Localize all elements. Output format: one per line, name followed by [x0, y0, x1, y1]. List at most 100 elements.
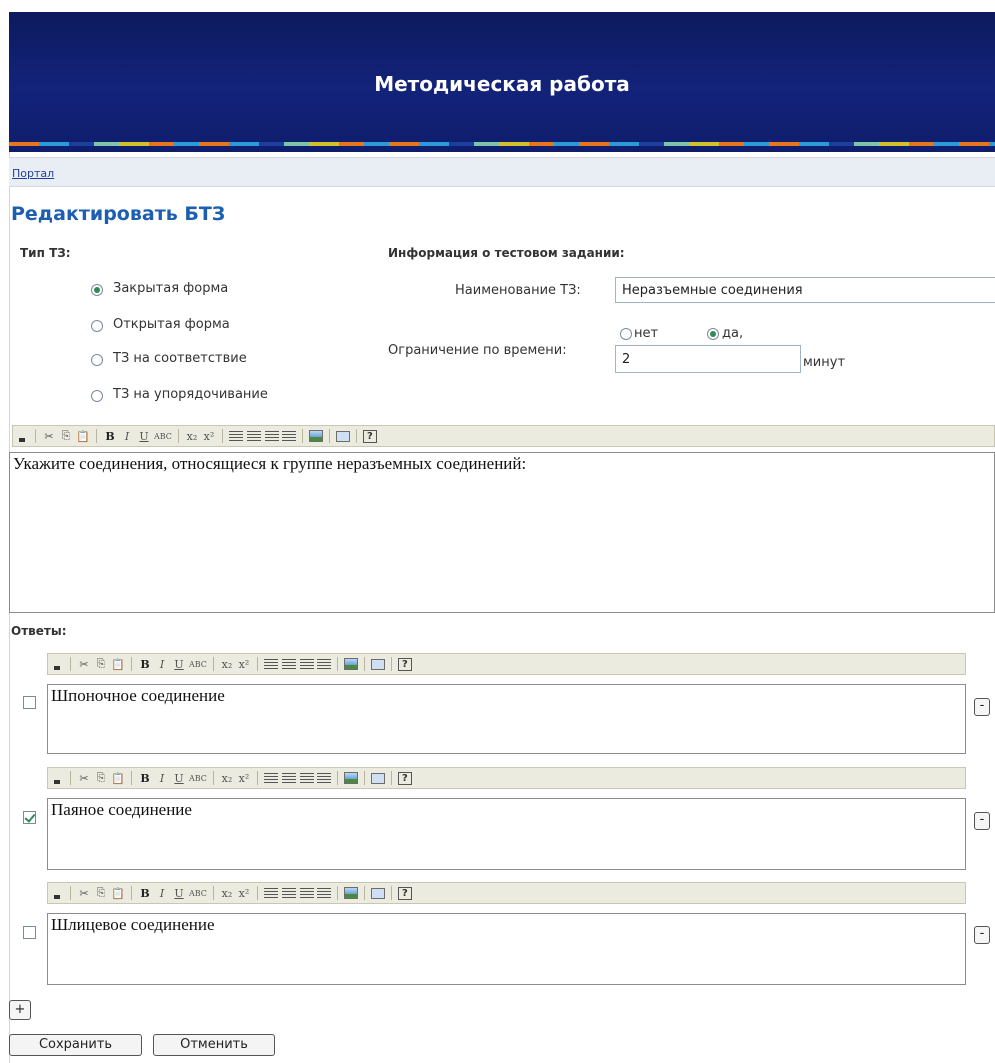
time-label: Ограничение по времени:	[388, 343, 567, 358]
paste-icon[interactable]: 📋	[111, 656, 125, 672]
align-left-icon[interactable]	[263, 773, 278, 783]
copy-icon[interactable]: ⎘	[94, 885, 108, 901]
bold-icon[interactable]: B	[138, 770, 152, 786]
add-answer-button[interactable]: +	[9, 1000, 31, 1020]
superscript-icon[interactable]: x²	[237, 656, 251, 672]
justify-icon[interactable]	[281, 431, 296, 441]
bold-icon[interactable]: B	[103, 428, 117, 444]
align-center-icon[interactable]	[246, 431, 261, 441]
bold-icon[interactable]: B	[138, 656, 152, 672]
justify-icon[interactable]	[316, 659, 331, 669]
underline-icon[interactable]: U	[172, 885, 186, 901]
help-icon[interactable]: ?	[397, 771, 412, 785]
insert-frame-icon[interactable]	[370, 887, 385, 899]
underline-icon[interactable]: U	[172, 770, 186, 786]
align-right-icon[interactable]	[299, 773, 314, 783]
paste-icon[interactable]: 📋	[111, 885, 125, 901]
toolbar-separator	[336, 657, 338, 671]
paste-icon[interactable]: 📋	[111, 770, 125, 786]
radio-ordering[interactable]	[91, 390, 103, 402]
italic-icon[interactable]: I	[155, 770, 169, 786]
subscript-icon[interactable]: x₂	[185, 428, 199, 444]
align-center-icon[interactable]	[281, 773, 296, 783]
cut-icon[interactable]: ✂	[77, 656, 91, 672]
cancel-button[interactable]: Отменить	[153, 1034, 275, 1056]
save-button[interactable]: Сохранить	[9, 1034, 142, 1056]
toolbar-separator	[355, 429, 357, 443]
insert-frame-icon[interactable]	[335, 430, 350, 442]
copy-icon[interactable]: ⎘	[59, 428, 73, 444]
answer-editor[interactable]: Шпоночное соединение	[47, 684, 966, 754]
justify-icon[interactable]	[316, 888, 331, 898]
help-icon[interactable]: ?	[362, 429, 377, 443]
strikethrough-icon[interactable]: ABC	[189, 885, 207, 901]
toolbar-separator	[363, 771, 365, 785]
align-right-icon[interactable]	[264, 431, 279, 441]
italic-icon[interactable]: I	[155, 656, 169, 672]
subscript-icon[interactable]: x₂	[220, 656, 234, 672]
insert-frame-icon[interactable]	[370, 658, 385, 670]
toolbar-collapse-handle[interactable]	[19, 430, 25, 442]
align-left-icon[interactable]	[263, 888, 278, 898]
strikethrough-icon[interactable]: ABC	[189, 770, 207, 786]
insert-image-icon[interactable]	[308, 430, 323, 442]
superscript-icon[interactable]: x²	[202, 428, 216, 444]
italic-icon[interactable]: I	[155, 885, 169, 901]
radio-matching[interactable]	[91, 354, 103, 366]
question-editor[interactable]: Укажите соединения, относящиеся к группе…	[9, 452, 995, 613]
underline-icon[interactable]: U	[172, 656, 186, 672]
toolbar-separator	[363, 886, 365, 900]
radio-time-yes[interactable]	[707, 328, 719, 340]
superscript-icon[interactable]: x²	[237, 770, 251, 786]
strikethrough-icon[interactable]: ABC	[189, 656, 207, 672]
cut-icon[interactable]: ✂	[42, 428, 56, 444]
align-left-icon[interactable]	[263, 659, 278, 669]
help-icon[interactable]: ?	[397, 657, 412, 671]
toolbar-separator	[131, 886, 132, 900]
time-input[interactable]	[615, 345, 801, 373]
insert-image-icon[interactable]	[343, 887, 358, 899]
copy-icon[interactable]: ⎘	[94, 656, 108, 672]
cut-icon[interactable]: ✂	[77, 885, 91, 901]
answer-correct-checkbox[interactable]	[23, 696, 36, 709]
remove-answer-button[interactable]: -	[974, 812, 990, 830]
remove-answer-button[interactable]: -	[974, 698, 990, 716]
insert-frame-icon[interactable]	[370, 772, 385, 784]
breadcrumb-portal-link[interactable]: Портал	[12, 167, 54, 180]
align-left-icon[interactable]	[228, 431, 243, 441]
insert-image-icon[interactable]	[343, 772, 358, 784]
radio-time-yes-label: да,	[722, 326, 744, 341]
remove-answer-button[interactable]: -	[974, 926, 990, 944]
paste-icon[interactable]: 📋	[76, 428, 90, 444]
insert-image-icon[interactable]	[343, 658, 358, 670]
align-right-icon[interactable]	[299, 659, 314, 669]
subscript-icon[interactable]: x₂	[220, 885, 234, 901]
toolbar-collapse-handle[interactable]	[54, 887, 60, 899]
answer-correct-checkbox[interactable]	[23, 811, 36, 824]
italic-icon[interactable]: I	[120, 428, 134, 444]
radio-closed-form[interactable]	[91, 284, 103, 296]
header-stripe	[9, 142, 995, 146]
bold-icon[interactable]: B	[138, 885, 152, 901]
align-center-icon[interactable]	[281, 888, 296, 898]
answer-editor[interactable]: Паяное соединение	[47, 798, 966, 870]
align-center-icon[interactable]	[281, 659, 296, 669]
underline-icon[interactable]: U	[137, 428, 151, 444]
name-input[interactable]	[615, 277, 995, 303]
cut-icon[interactable]: ✂	[77, 770, 91, 786]
site-title: Методическая работа	[374, 72, 630, 96]
help-icon[interactable]: ?	[397, 886, 412, 900]
radio-time-no[interactable]	[620, 328, 632, 340]
toolbar-collapse-handle[interactable]	[54, 772, 60, 784]
toolbar-separator	[212, 657, 214, 671]
superscript-icon[interactable]: x²	[237, 885, 251, 901]
subscript-icon[interactable]: x₂	[220, 770, 234, 786]
toolbar-collapse-handle[interactable]	[54, 658, 60, 670]
answer-editor[interactable]: Шлицевое соединение	[47, 913, 966, 985]
strikethrough-icon[interactable]: ABC	[154, 428, 172, 444]
copy-icon[interactable]: ⎘	[94, 770, 108, 786]
radio-open-form[interactable]	[91, 320, 103, 332]
justify-icon[interactable]	[316, 773, 331, 783]
align-right-icon[interactable]	[299, 888, 314, 898]
answer-correct-checkbox[interactable]	[23, 926, 36, 939]
